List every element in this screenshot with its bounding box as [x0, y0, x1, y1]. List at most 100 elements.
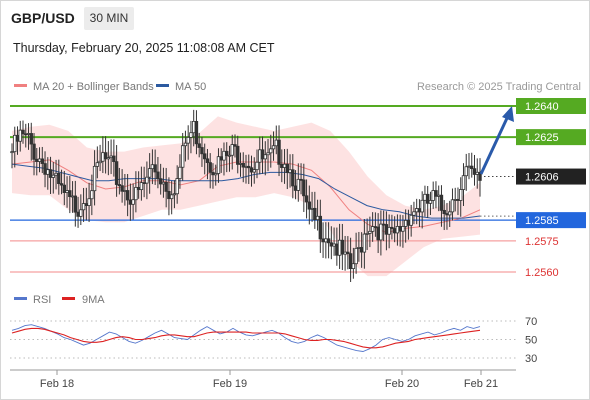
rsi-ma-legend-swatch — [62, 297, 75, 300]
candle-body — [365, 232, 369, 235]
candle-body — [343, 251, 347, 255]
level-label-1.2606: 1.2606 — [516, 168, 586, 185]
candle-body — [48, 169, 53, 178]
rsi-ma-legend-label: 9MA — [82, 294, 105, 306]
candle-body — [274, 139, 278, 147]
candle-body — [134, 186, 138, 201]
candle-body — [423, 193, 427, 201]
candle-body — [183, 142, 188, 147]
candle-body — [219, 156, 223, 161]
candle-body — [258, 149, 262, 163]
candle-body — [244, 165, 248, 168]
candle-body — [35, 158, 39, 162]
candle-body — [147, 168, 152, 178]
bollinger-bands — [12, 116, 480, 277]
candle-body — [302, 179, 306, 197]
candle-body — [73, 195, 78, 213]
candle-body — [370, 226, 375, 232]
level-label-text: 1.2625 — [525, 132, 559, 144]
candle-body — [392, 228, 397, 234]
candle-body — [57, 172, 61, 184]
candle-body — [249, 167, 254, 173]
candle-body — [414, 208, 419, 213]
candle-body — [59, 183, 64, 186]
candle-body — [442, 209, 446, 215]
candle-body — [225, 150, 229, 156]
candle-body — [420, 199, 424, 213]
rsi-tick-label: 70 — [525, 316, 537, 328]
candle-body — [456, 199, 460, 201]
candle-body — [76, 211, 80, 217]
candle-body — [318, 215, 323, 240]
candle-body — [359, 247, 364, 253]
candle-body — [332, 243, 336, 247]
candle-body — [180, 145, 185, 168]
candle-body — [123, 190, 127, 192]
candle-body — [106, 157, 111, 160]
candle-body — [266, 152, 270, 156]
level-label-1.2640: 1.2640 — [516, 98, 586, 114]
candle-body — [307, 201, 312, 210]
candle-body — [401, 226, 405, 232]
candle — [321, 222, 325, 258]
candle-body — [291, 169, 295, 187]
candle-body — [24, 133, 28, 136]
rsi-line — [11, 324, 481, 352]
candle — [472, 154, 477, 186]
arrow-shaft — [479, 115, 510, 175]
candle-body — [417, 208, 422, 213]
candle-body — [403, 220, 408, 227]
candle-body — [68, 190, 72, 198]
candle-body — [271, 145, 276, 150]
candle-body — [310, 207, 314, 210]
copyright-text: Research © 2025 Trading Central — [417, 81, 581, 93]
candle — [475, 158, 479, 189]
candle-body — [387, 226, 391, 235]
level-label-1.2625: 1.2625 — [516, 129, 586, 146]
candle-body — [412, 211, 416, 216]
candle-body — [222, 150, 226, 161]
candle-body — [348, 253, 353, 269]
candle-body — [92, 165, 97, 192]
candle-body — [227, 154, 232, 157]
candle-body — [197, 143, 201, 148]
candle-body — [299, 178, 303, 181]
candle-body — [54, 172, 58, 176]
candle-body — [79, 209, 83, 217]
candle-body — [62, 184, 67, 193]
candle-body — [379, 223, 383, 241]
candle-body — [409, 214, 413, 226]
rsi-tick-label: 30 — [525, 353, 537, 365]
projection-arrow — [479, 106, 514, 175]
candle-body — [277, 139, 281, 165]
candle-body — [208, 162, 212, 173]
candle-body — [434, 190, 438, 197]
candle-body — [216, 156, 221, 174]
candle-body — [398, 225, 402, 232]
candle-body — [145, 176, 149, 184]
candle-body — [453, 199, 457, 201]
price-chart: MA 20 + Bollinger Bands MA 50 Research ©… — [10, 81, 586, 390]
candle-body — [315, 215, 320, 221]
candle-body — [464, 166, 468, 177]
candle-body — [461, 175, 466, 190]
candle-body — [13, 134, 17, 153]
candle-body — [189, 132, 193, 138]
candle-body — [288, 169, 292, 173]
candle-body — [87, 198, 91, 206]
candle-body — [255, 161, 259, 171]
candle-body — [81, 203, 86, 211]
candle-body — [296, 178, 301, 191]
candle-body — [260, 149, 265, 160]
ma50-legend-label: MA 50 — [175, 81, 206, 93]
candle-body — [169, 194, 174, 200]
candle-body — [10, 151, 14, 154]
candle-body — [26, 133, 31, 135]
candle-body — [321, 238, 325, 243]
candle — [470, 152, 474, 178]
rsi-panel: 70 50 30 — [10, 316, 537, 365]
candle-body — [150, 164, 155, 170]
x-tick-label: Feb 21 — [464, 378, 498, 390]
candle-body — [354, 247, 358, 265]
candle-body — [43, 163, 47, 175]
